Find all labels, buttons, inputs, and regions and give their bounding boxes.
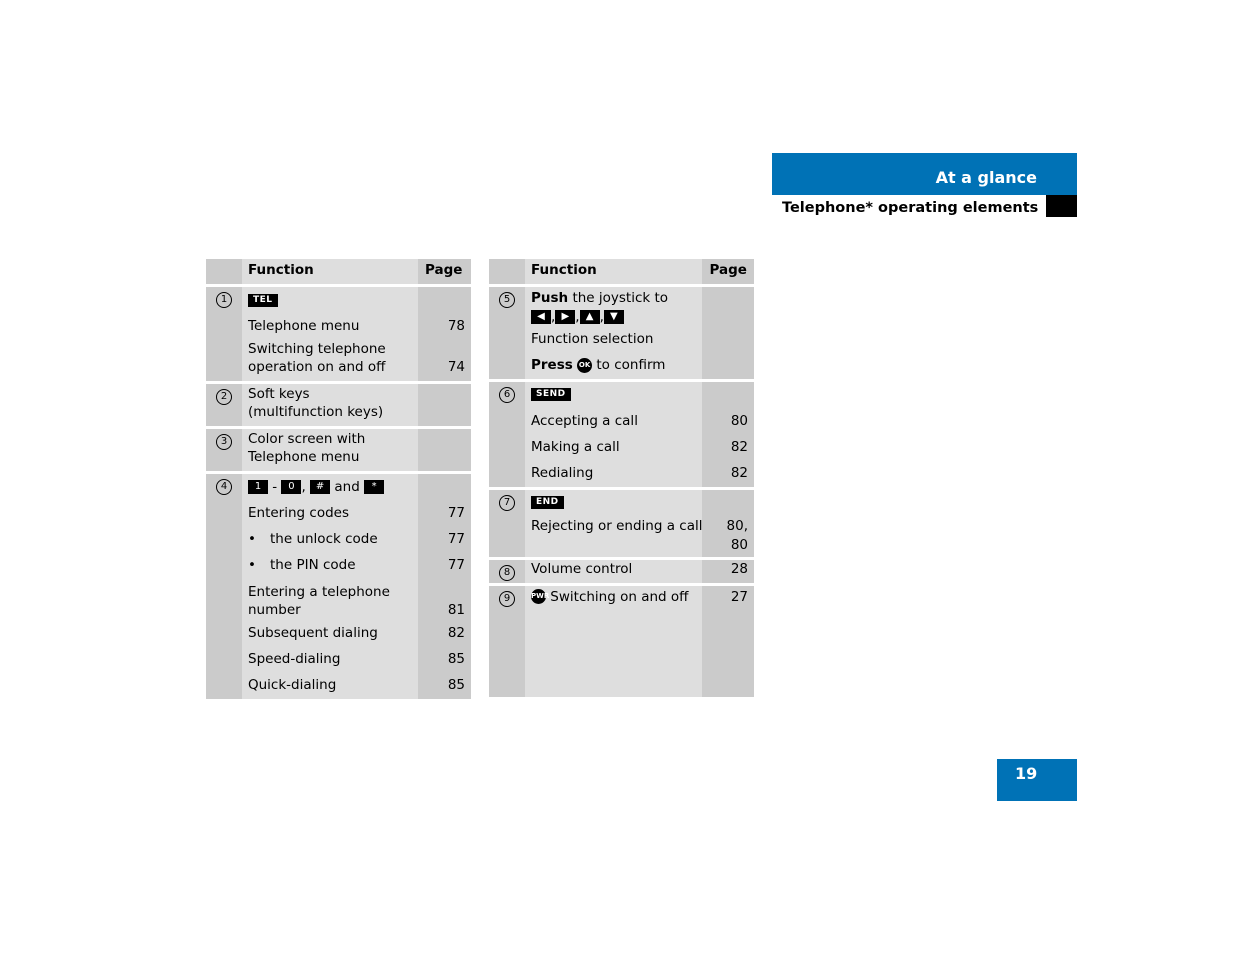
page-ref: 28 bbox=[730, 561, 748, 578]
table-header-row: Function Page bbox=[489, 259, 754, 286]
table-row: 3 Color screen with Telephone menu bbox=[206, 425, 471, 473]
page-number-badge: 19 bbox=[997, 759, 1077, 801]
table-row: 8 Volume control 28 bbox=[489, 557, 754, 585]
item-number-8: 8 bbox=[499, 565, 515, 582]
page-ref: 27 bbox=[730, 588, 748, 605]
page-ref: 82 bbox=[730, 465, 748, 482]
item-number-1: 1 bbox=[216, 292, 232, 308]
key-1-icon: 1 bbox=[248, 479, 268, 494]
bullet: • bbox=[248, 557, 256, 574]
function-text: Entering a telephone bbox=[248, 583, 390, 600]
function-text: Subsequent dialing bbox=[248, 624, 378, 641]
arrow-up-icon: ▲ bbox=[579, 309, 600, 324]
page-ref: 82 bbox=[447, 624, 465, 641]
function-text: Entering codes bbox=[248, 504, 349, 521]
page-number: 19 bbox=[1015, 764, 1038, 783]
key-hash-icon: # bbox=[310, 479, 331, 494]
function-text: Telephone menu bbox=[248, 449, 360, 466]
function-text: the unlock code bbox=[270, 531, 378, 548]
page-ref: 77 bbox=[447, 557, 465, 574]
item-number-6: 6 bbox=[499, 386, 515, 403]
function-text: Rejecting or ending a call bbox=[531, 518, 703, 535]
joystick-arrows: ◀, ▶, ▲, ▼ bbox=[531, 308, 702, 327]
page-subtitle: Telephone* operating elements bbox=[782, 200, 1039, 216]
page-ref: 82 bbox=[730, 439, 748, 456]
section-header-band: At a glance bbox=[772, 153, 1077, 195]
key-star-icon: * bbox=[364, 479, 385, 494]
function-text: Quick-dialing bbox=[248, 677, 337, 694]
function-text: Switching telephone bbox=[248, 340, 386, 357]
bullet-item: • the PIN code bbox=[248, 552, 418, 578]
power-button-icon: PWR bbox=[531, 589, 549, 605]
arrow-down-icon: ▼ bbox=[603, 309, 624, 324]
press-label: Press bbox=[531, 357, 573, 374]
function-text: Speed-dialing bbox=[248, 651, 341, 668]
item-number-5: 5 bbox=[499, 292, 515, 308]
table-row: 4 1 - 0, # and * Entering codes • the unl… bbox=[206, 470, 471, 699]
arrow-right-icon: ▶ bbox=[555, 309, 576, 324]
item-number-2: 2 bbox=[216, 388, 232, 405]
function-text: Telephone menu bbox=[248, 318, 360, 335]
function-text: Making a call bbox=[531, 439, 620, 456]
function-text: the joystick to bbox=[572, 290, 669, 306]
arrow-left-icon: ◀ bbox=[531, 309, 551, 324]
function-text: number bbox=[248, 602, 301, 619]
key-0-icon: 0 bbox=[281, 479, 302, 494]
function-text: Accepting a call bbox=[531, 412, 638, 429]
end-key-icon: END bbox=[531, 496, 564, 510]
function-text: Color screen with bbox=[248, 430, 366, 447]
function-text: the PIN code bbox=[270, 557, 356, 574]
bullet-item: • the unlock code bbox=[248, 526, 418, 552]
column-header-function: Function bbox=[525, 259, 703, 286]
function-text: Soft keys bbox=[248, 385, 310, 402]
table-row: 2 Soft keys (multifunction keys) bbox=[206, 380, 471, 428]
item-number-7: 7 bbox=[499, 494, 515, 511]
page-ref: 80 bbox=[730, 536, 748, 553]
ok-button-icon: OK bbox=[577, 357, 593, 373]
push-label: Push bbox=[531, 290, 569, 306]
page-ref: 78 bbox=[447, 318, 465, 335]
page-ref: 77 bbox=[447, 531, 465, 548]
column-header-function: Function bbox=[242, 259, 418, 286]
section-title: At a glance bbox=[935, 168, 1037, 187]
function-table-left: Function Page 1 TEL Telephone menu Switc… bbox=[206, 259, 471, 699]
function-text: operation on and off bbox=[248, 359, 386, 376]
function-text: (multifunction keys) bbox=[248, 404, 384, 421]
table-row: 9 PWR Switching on and off 27 bbox=[489, 582, 754, 697]
function-text: to confirm bbox=[596, 357, 666, 374]
function-text: Function selection bbox=[531, 331, 654, 347]
function-text: Switching on and off bbox=[550, 588, 689, 605]
separator: - bbox=[272, 478, 278, 495]
page-ref: 85 bbox=[447, 677, 465, 694]
page-ref: 85 bbox=[447, 651, 465, 668]
page-ref: 77 bbox=[447, 504, 465, 521]
item-number-3: 3 bbox=[216, 433, 232, 450]
function-text: Redialing bbox=[531, 465, 594, 482]
conjunction: and bbox=[334, 478, 360, 495]
page-ref: 80 bbox=[730, 412, 748, 429]
tel-key-icon: TEL bbox=[248, 293, 278, 307]
item-number-9: 9 bbox=[499, 590, 515, 607]
column-header-page: Page bbox=[418, 259, 471, 286]
page-ref: 81 bbox=[447, 602, 465, 619]
item-number-4: 4 bbox=[216, 478, 232, 495]
page-ref: 74 bbox=[447, 359, 465, 376]
table-row: 7 END Rejecting or ending a call 80, 80 bbox=[489, 486, 754, 559]
table-header-row: Function Page bbox=[206, 259, 471, 286]
table-row: 6 SEND Accepting a call Making a call Re… bbox=[489, 378, 754, 489]
function-table-right: Function Page 5 Push the joystick to ◀, ▶… bbox=[489, 259, 754, 697]
function-text: Volume control bbox=[531, 561, 633, 578]
column-header-page: Page bbox=[702, 259, 754, 286]
send-key-icon: SEND bbox=[531, 388, 571, 402]
table-row: 5 Push the joystick to ◀, ▶, ▲, ▼ Function … bbox=[489, 285, 754, 381]
separator: , bbox=[301, 478, 306, 495]
page-ref: 80, bbox=[726, 518, 748, 535]
subtitle-marker-block bbox=[1046, 195, 1077, 217]
table-row: 1 TEL Telephone menu Switching telephone… bbox=[206, 285, 471, 383]
bullet: • bbox=[248, 531, 256, 548]
